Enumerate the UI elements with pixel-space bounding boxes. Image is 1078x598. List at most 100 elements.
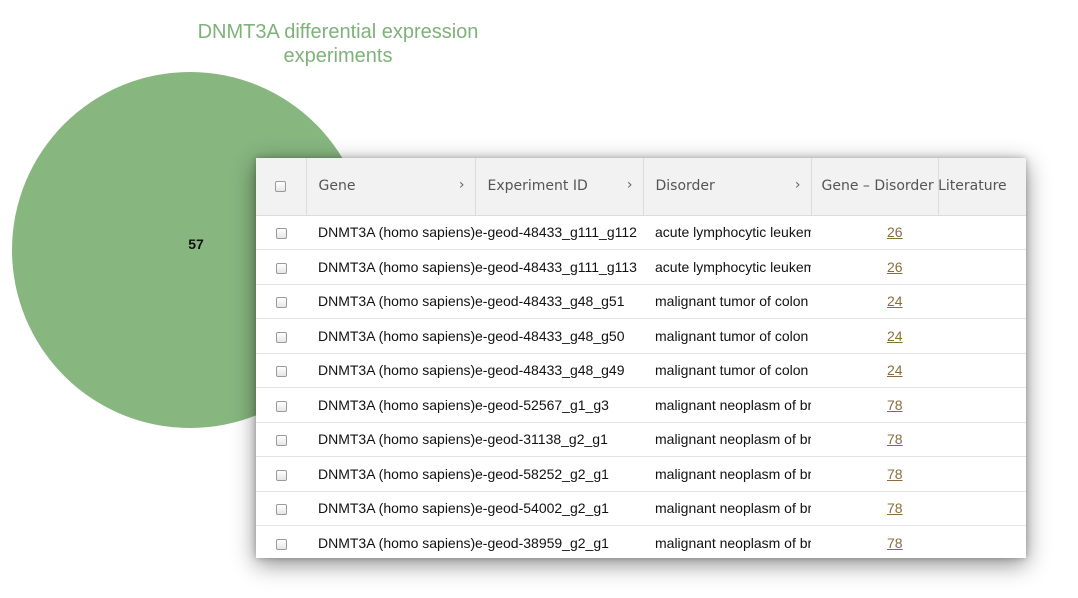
row-checkbox[interactable] xyxy=(275,366,287,378)
disorder-cell: malignant tumor of colon xyxy=(643,283,811,319)
row-checkbox[interactable] xyxy=(275,262,287,274)
table-row[interactable]: DNMT3A (homo sapiens) e-geod-52567_g1_g3… xyxy=(256,387,1026,422)
row-checkbox[interactable] xyxy=(275,504,287,516)
row-checkbox[interactable] xyxy=(275,297,287,309)
gene-cell: DNMT3A (homo sapiens) xyxy=(306,525,475,558)
table-row[interactable]: DNMT3A (homo sapiens) e-geod-58252_g2_g1… xyxy=(256,456,1026,491)
table-row[interactable]: DNMT3A (homo sapiens) e-geod-48433_g48_g… xyxy=(256,283,1026,319)
row-checkbox[interactable] xyxy=(275,469,287,481)
column-header-disorder-label: Disorder xyxy=(655,178,715,195)
literature-cell: 24 xyxy=(811,318,1026,353)
row-select-cell xyxy=(256,490,306,526)
literature-cell: 78 xyxy=(811,525,1026,558)
gene-cell: DNMT3A (homo sapiens) xyxy=(306,249,475,284)
literature-cell: 26 xyxy=(811,214,1026,250)
literature-cell: 78 xyxy=(811,456,1026,491)
venn-title-line-2: experiments xyxy=(283,45,393,67)
literature-count-link[interactable]: 78 xyxy=(887,535,903,551)
table-body: DNMT3A (homo sapiens) e-geod-48433_g111_… xyxy=(256,214,1026,558)
table-row[interactable]: DNMT3A (homo sapiens) e-geod-48433_g111_… xyxy=(256,249,1026,284)
experiment-id-cell: e-geod-38959_g2_g1 xyxy=(475,525,643,558)
literature-cell: 24 xyxy=(811,352,1026,388)
literature-cell: 78 xyxy=(811,490,1026,526)
row-select-cell xyxy=(256,249,306,284)
table-row[interactable]: DNMT3A (homo sapiens) e-geod-54002_g2_g1… xyxy=(256,490,1026,526)
column-header-gene-label: Gene xyxy=(318,178,356,195)
disorder-cell: malignant neoplasm of breast xyxy=(643,456,811,491)
experiment-id-cell: e-geod-48433_g48_g50 xyxy=(475,318,643,353)
literature-count-link[interactable]: 78 xyxy=(887,397,903,413)
disorder-cell: malignant neoplasm of breast xyxy=(643,421,811,457)
results-table: Gene › Experiment ID › Disorder › Gene –… xyxy=(256,158,1026,558)
table-row[interactable]: DNMT3A (homo sapiens) e-geod-48433_g111_… xyxy=(256,214,1026,250)
literature-cell: 78 xyxy=(811,421,1026,457)
chevron-right-icon[interactable]: › xyxy=(459,177,465,193)
column-divider[interactable] xyxy=(937,158,939,215)
gene-cell: DNMT3A (homo sapiens) xyxy=(306,214,475,250)
experiment-id-cell: e-geod-48433_g48_g49 xyxy=(475,352,643,388)
literature-count-link[interactable]: 24 xyxy=(887,362,903,378)
literature-cell: 26 xyxy=(811,249,1026,284)
experiment-id-cell: e-geod-48433_g48_g51 xyxy=(475,283,643,319)
column-header-experiment-id[interactable]: Experiment ID › xyxy=(475,158,644,216)
venn-count-label: 57 xyxy=(188,236,204,252)
literature-count-link[interactable]: 24 xyxy=(887,293,903,309)
row-select-cell xyxy=(256,387,306,422)
experiment-id-cell: e-geod-52567_g1_g3 xyxy=(475,387,643,422)
row-select-cell xyxy=(256,283,306,319)
row-select-cell xyxy=(256,525,306,558)
disorder-cell: malignant neoplasm of breast xyxy=(643,525,811,558)
column-header-gene[interactable]: Gene › xyxy=(306,158,476,216)
column-header-literature-label: Gene – Disorder Literature xyxy=(821,178,1007,195)
experiment-id-cell: e-geod-48433_g111_g113 xyxy=(475,249,643,284)
chevron-right-icon[interactable]: › xyxy=(795,177,801,193)
row-select-cell xyxy=(256,214,306,250)
table-row[interactable]: DNMT3A (homo sapiens) e-geod-48433_g48_g… xyxy=(256,318,1026,353)
gene-cell: DNMT3A (homo sapiens) xyxy=(306,490,475,526)
row-select-cell xyxy=(256,318,306,353)
row-checkbox[interactable] xyxy=(275,331,287,343)
literature-count-link[interactable]: 26 xyxy=(887,224,903,240)
row-checkbox[interactable] xyxy=(275,538,287,550)
literature-count-link[interactable]: 26 xyxy=(887,259,903,275)
table-row[interactable]: DNMT3A (homo sapiens) e-geod-31138_g2_g1… xyxy=(256,421,1026,457)
row-checkbox[interactable] xyxy=(275,435,287,447)
row-checkbox[interactable] xyxy=(275,228,287,240)
literature-count-link[interactable]: 78 xyxy=(887,431,903,447)
row-select-cell xyxy=(256,421,306,457)
table-row[interactable]: DNMT3A (homo sapiens) e-geod-38959_g2_g1… xyxy=(256,525,1026,558)
experiment-id-cell: e-geod-58252_g2_g1 xyxy=(475,456,643,491)
experiment-id-cell: e-geod-48433_g111_g112 xyxy=(475,214,643,250)
disorder-cell: malignant tumor of colon xyxy=(643,352,811,388)
literature-count-link[interactable]: 78 xyxy=(887,500,903,516)
disorder-cell: acute lymphocytic leukemia xyxy=(643,249,811,284)
disorder-cell: malignant neoplasm of breast xyxy=(643,490,811,526)
literature-count-link[interactable]: 24 xyxy=(887,328,903,344)
column-header-literature[interactable]: Gene – Disorder Literature xyxy=(811,158,1026,216)
gene-cell: DNMT3A (homo sapiens) xyxy=(306,456,475,491)
results-table-panel: Gene › Experiment ID › Disorder › Gene –… xyxy=(256,158,1026,558)
column-header-disorder[interactable]: Disorder › xyxy=(643,158,812,216)
chevron-right-icon[interactable]: › xyxy=(627,177,633,193)
gene-cell: DNMT3A (homo sapiens) xyxy=(306,318,475,353)
row-select-cell xyxy=(256,456,306,491)
gene-cell: DNMT3A (homo sapiens) xyxy=(306,421,475,457)
literature-cell: 78 xyxy=(811,387,1026,422)
venn-title: DNMT3A differential expression experimen… xyxy=(168,20,508,68)
disorder-cell: acute lymphocytic leukemia xyxy=(643,214,811,250)
row-checkbox[interactable] xyxy=(275,400,287,412)
disorder-cell: malignant tumor of colon xyxy=(643,318,811,353)
column-header-experiment-id-label: Experiment ID xyxy=(487,178,588,195)
header-select-all-cell xyxy=(256,158,307,216)
experiment-id-cell: e-geod-54002_g2_g1 xyxy=(475,490,643,526)
table-row[interactable]: DNMT3A (homo sapiens) e-geod-48433_g48_g… xyxy=(256,352,1026,388)
screen: DNMT3A differential expression experimen… xyxy=(0,0,1078,598)
select-all-checkbox[interactable] xyxy=(275,180,287,192)
literature-count-link[interactable]: 78 xyxy=(887,466,903,482)
row-select-cell xyxy=(256,352,306,388)
gene-cell: DNMT3A (homo sapiens) xyxy=(306,387,475,422)
literature-cell: 24 xyxy=(811,283,1026,319)
disorder-cell: malignant neoplasm of breast xyxy=(643,387,811,422)
experiment-id-cell: e-geod-31138_g2_g1 xyxy=(475,421,643,457)
gene-cell: DNMT3A (homo sapiens) xyxy=(306,352,475,388)
